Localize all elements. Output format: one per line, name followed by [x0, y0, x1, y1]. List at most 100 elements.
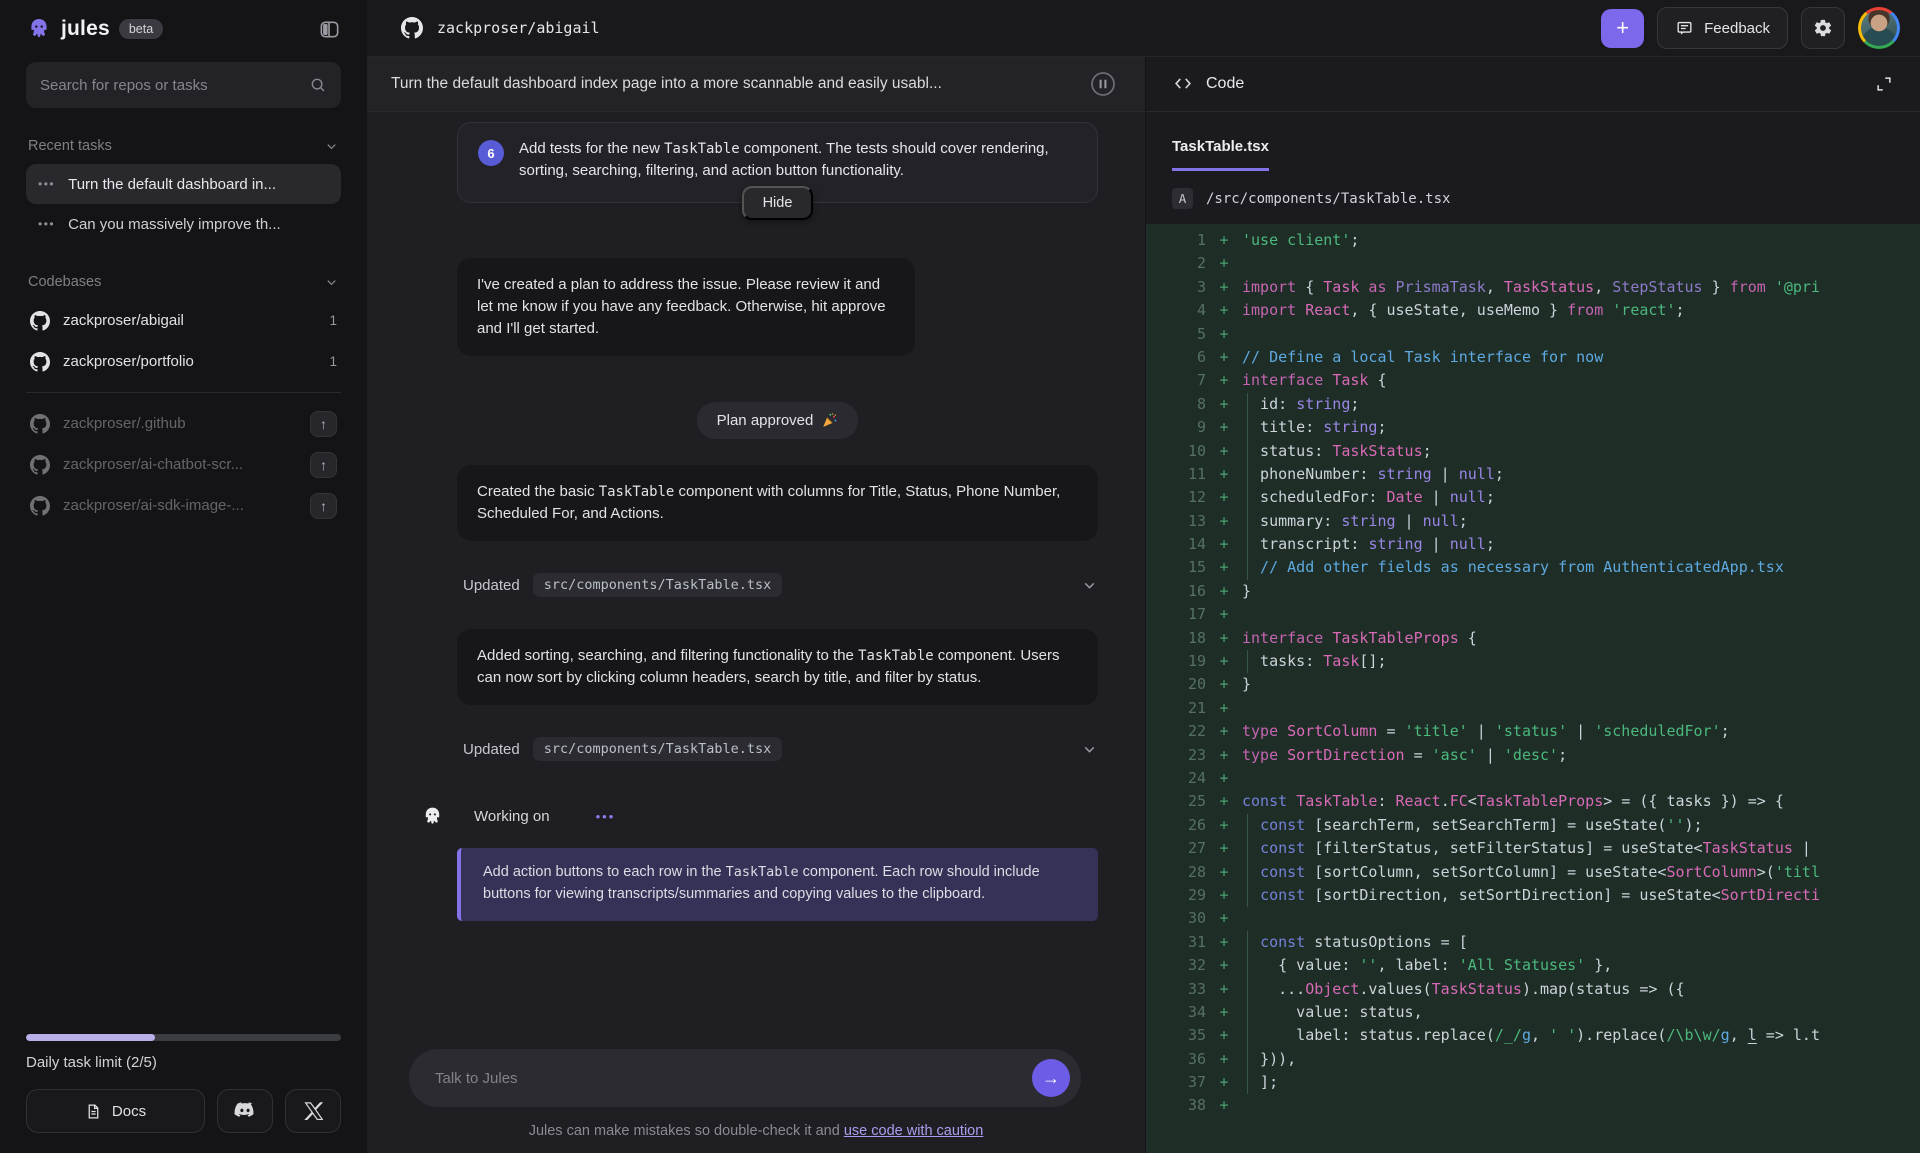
codebase-row-inactive[interactable]: zackproser/ai-sdk-image-... ↑	[26, 485, 341, 526]
task-label: Turn the default dashboard in...	[68, 176, 276, 193]
sidebar-task-item[interactable]: ••• Can you massively improve th...	[26, 204, 341, 244]
send-button[interactable]: →	[1032, 1059, 1070, 1097]
updated-label: Updated	[463, 577, 520, 594]
working-status-row: Working on •••	[421, 805, 1098, 828]
codebase-row[interactable]: zackproser/abigail 1	[26, 300, 341, 341]
chevron-down-icon[interactable]	[1081, 577, 1098, 594]
search-icon	[309, 76, 327, 94]
expand-panel-button[interactable]	[1874, 74, 1894, 94]
docs-label: Docs	[112, 1103, 146, 1120]
codebase-row-inactive[interactable]: zackproser/.github ↑	[26, 403, 341, 444]
chevron-down-icon[interactable]	[1081, 741, 1098, 758]
recent-tasks-header[interactable]: Recent tasks	[28, 138, 339, 154]
codebase-row-inactive[interactable]: zackproser/ai-chatbot-scr... ↑	[26, 444, 341, 485]
github-icon	[30, 455, 50, 475]
search-input[interactable]	[40, 77, 309, 94]
chat-panel: Turn the default dashboard index page in…	[367, 57, 1145, 1153]
up-arrow-icon: ↑	[320, 416, 327, 432]
feedback-button[interactable]: Feedback	[1657, 7, 1788, 49]
code-panel: Code TaskTable.tsx A /src/components/Tas…	[1145, 57, 1920, 1153]
codebases-header[interactable]: Codebases	[28, 274, 339, 290]
file-chip[interactable]: src/components/TaskTable.tsx	[533, 573, 783, 597]
github-icon	[30, 414, 50, 434]
upgrade-button[interactable]: ↑	[310, 493, 337, 519]
repo-title: zackproser/abigail	[437, 19, 600, 37]
codebase-row[interactable]: zackproser/portfolio 1	[26, 341, 341, 382]
pause-icon	[1085, 66, 1121, 102]
discord-icon	[234, 1102, 256, 1120]
app-window: jules beta Recent tasks ••• Turn the de	[0, 0, 1920, 1153]
codebase-name: zackproser/ai-sdk-image-...	[63, 497, 244, 514]
code-brackets-icon	[1172, 73, 1194, 95]
file-update-row[interactable]: Updated src/components/TaskTable.tsx	[457, 573, 1098, 597]
chevron-down-icon	[324, 139, 339, 154]
user-avatar[interactable]	[1858, 7, 1900, 49]
sidebar-task-item[interactable]: ••• Turn the default dashboard in...	[26, 164, 341, 204]
avatar-photo	[1861, 10, 1897, 46]
top-header: zackproser/abigail + Feedback	[367, 0, 1920, 57]
hide-plan-button[interactable]: Hide	[742, 186, 814, 220]
task-count-badge: 1	[329, 313, 337, 328]
send-arrow-icon: →	[1042, 1068, 1060, 1088]
x-twitter-button[interactable]	[285, 1089, 341, 1133]
plan-approved-badge: Plan approved	[697, 402, 859, 439]
code-lines[interactable]: 1+'use client';2+3+import { Task as Pris…	[1146, 224, 1920, 1153]
app-name: jules	[61, 17, 110, 41]
codebase-name: zackproser/portfolio	[63, 353, 194, 370]
overflow-dots-icon: •••	[38, 217, 55, 231]
sidebar: jules beta Recent tasks ••• Turn the de	[0, 0, 367, 1153]
octopus-icon	[26, 16, 52, 42]
codebase-name: zackproser/abigail	[63, 312, 184, 329]
step-text: Add tests for the new TaskTable componen…	[519, 138, 1077, 182]
working-dots-icon: •••	[596, 809, 616, 824]
recent-tasks-label: Recent tasks	[28, 138, 112, 154]
daily-limit-label: Daily task limit (2/5)	[26, 1054, 341, 1071]
sidebar-collapse-button[interactable]	[318, 18, 341, 41]
chat-scroll-area[interactable]: 6 Add tests for the new TaskTable compon…	[367, 112, 1145, 1035]
overflow-dots-icon: •••	[38, 177, 55, 191]
code-tabs: TaskTable.tsx	[1146, 112, 1920, 171]
plus-icon: +	[1616, 15, 1629, 40]
file-path: /src/components/TaskTable.tsx	[1206, 191, 1450, 207]
expand-icon	[1874, 74, 1894, 94]
file-update-row[interactable]: Updated src/components/TaskTable.tsx	[457, 737, 1098, 761]
upgrade-button[interactable]: ↑	[310, 452, 337, 478]
task-label: Can you massively improve th...	[68, 216, 281, 233]
step-number-badge: 6	[478, 140, 504, 166]
file-chip[interactable]: src/components/TaskTable.tsx	[533, 737, 783, 761]
discord-button[interactable]	[217, 1089, 273, 1133]
github-icon	[30, 496, 50, 516]
daily-limit-progressbar	[26, 1034, 341, 1041]
github-icon	[30, 352, 50, 372]
codebase-name: zackproser/.github	[63, 415, 186, 432]
settings-button[interactable]	[1801, 7, 1845, 49]
new-task-button[interactable]: +	[1601, 9, 1644, 48]
document-icon	[85, 1103, 102, 1120]
x-twitter-icon	[304, 1102, 323, 1120]
use-code-with-caution-link[interactable]: use code with caution	[844, 1123, 983, 1139]
up-arrow-icon: ↑	[320, 457, 327, 473]
panel-collapse-icon	[318, 18, 341, 41]
updated-label: Updated	[463, 741, 520, 758]
agent-message: I've created a plan to address the issue…	[457, 258, 915, 356]
disclaimer: Jules can make mistakes so double-check …	[367, 1107, 1145, 1153]
chevron-down-icon	[324, 275, 339, 290]
chat-input-row: →	[409, 1049, 1081, 1107]
upgrade-button[interactable]: ↑	[310, 411, 337, 437]
codebases-label: Codebases	[28, 274, 101, 290]
up-arrow-icon: ↑	[320, 498, 327, 514]
chat-input[interactable]	[409, 1049, 1081, 1107]
plan-approved-label: Plan approved	[717, 412, 814, 429]
task-title-bar: Turn the default dashboard index page in…	[367, 57, 1145, 112]
tab-tasktable-tsx[interactable]: TaskTable.tsx	[1172, 138, 1269, 171]
feedback-label: Feedback	[1704, 20, 1770, 37]
progress-fill	[26, 1034, 155, 1041]
current-step-block: Add action buttons to each row in the Ta…	[457, 848, 1098, 921]
task-count-badge: 1	[329, 354, 337, 369]
code-panel-title: Code	[1206, 75, 1244, 93]
task-title: Turn the default dashboard index page in…	[391, 75, 1085, 93]
pause-task-button[interactable]	[1085, 66, 1121, 102]
disclaimer-text: Jules can make mistakes so double-check …	[529, 1123, 844, 1139]
gear-icon	[1813, 18, 1833, 38]
docs-button[interactable]: Docs	[26, 1089, 205, 1133]
